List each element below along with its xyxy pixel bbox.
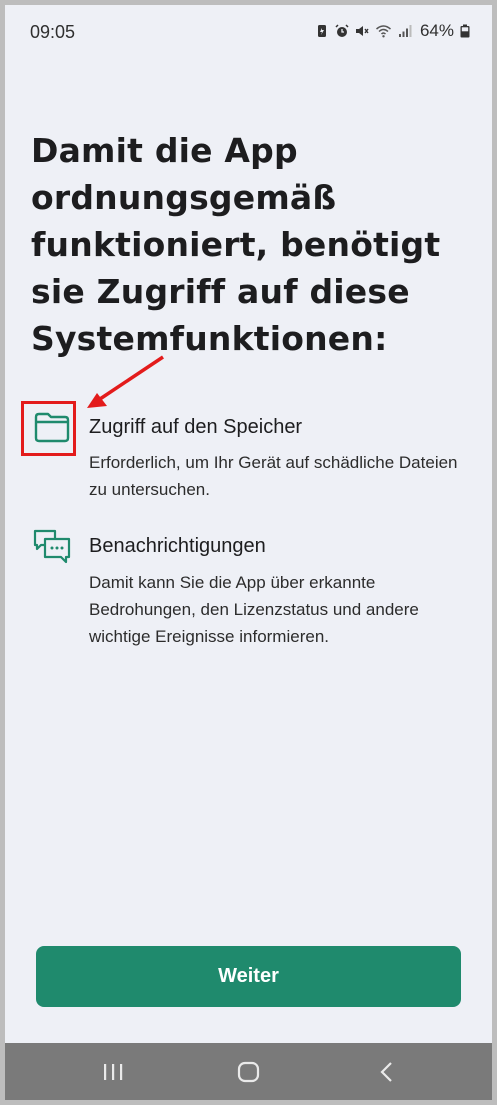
permission-description: Damit kann Sie die App über erkannte Bed… — [89, 573, 419, 646]
back-icon[interactable] — [373, 1059, 403, 1085]
page-title: Damit die App ordnungsgemäß funktioniert… — [31, 131, 441, 358]
permission-title: Zugriff auf den Speicher — [89, 416, 303, 438]
highlight-box — [21, 401, 76, 456]
screen: 09:05 64% Damit die App ordnungsgemäß fu… — [5, 5, 492, 1100]
mute-icon — [355, 26, 369, 36]
chat-bubbles-icon — [33, 529, 71, 564]
battery-saver-icon — [317, 25, 326, 37]
status-bar: 09:05 64% — [5, 5, 492, 57]
battery-percentage: 64% — [419, 21, 454, 40]
continue-button[interactable]: Weiter — [36, 946, 461, 1007]
permission-item-storage: Zugriff auf den Speicher Erforderlich, u… — [31, 407, 471, 507]
permission-description: Erforderlich, um Ihr Gerät auf schädlich… — [89, 453, 458, 499]
wifi-icon — [375, 25, 391, 38]
status-icons: 64% — [315, 19, 470, 43]
status-time: 09:05 — [30, 22, 76, 42]
alarm-icon — [335, 24, 349, 37]
recents-icon[interactable] — [98, 1059, 128, 1085]
device-frame: 09:05 64% Damit die App ordnungsgemäß fu… — [0, 0, 497, 1105]
permission-title: Benachrichtigungen — [89, 535, 266, 557]
battery-icon — [460, 24, 470, 38]
permission-item-notifications: Benachrichtigungen Damit kann Sie die Ap… — [31, 525, 471, 646]
signal-icon — [398, 25, 412, 37]
navigation-bar — [5, 1043, 492, 1100]
annotation-arrow-icon — [87, 355, 164, 408]
home-icon[interactable] — [234, 1059, 264, 1085]
